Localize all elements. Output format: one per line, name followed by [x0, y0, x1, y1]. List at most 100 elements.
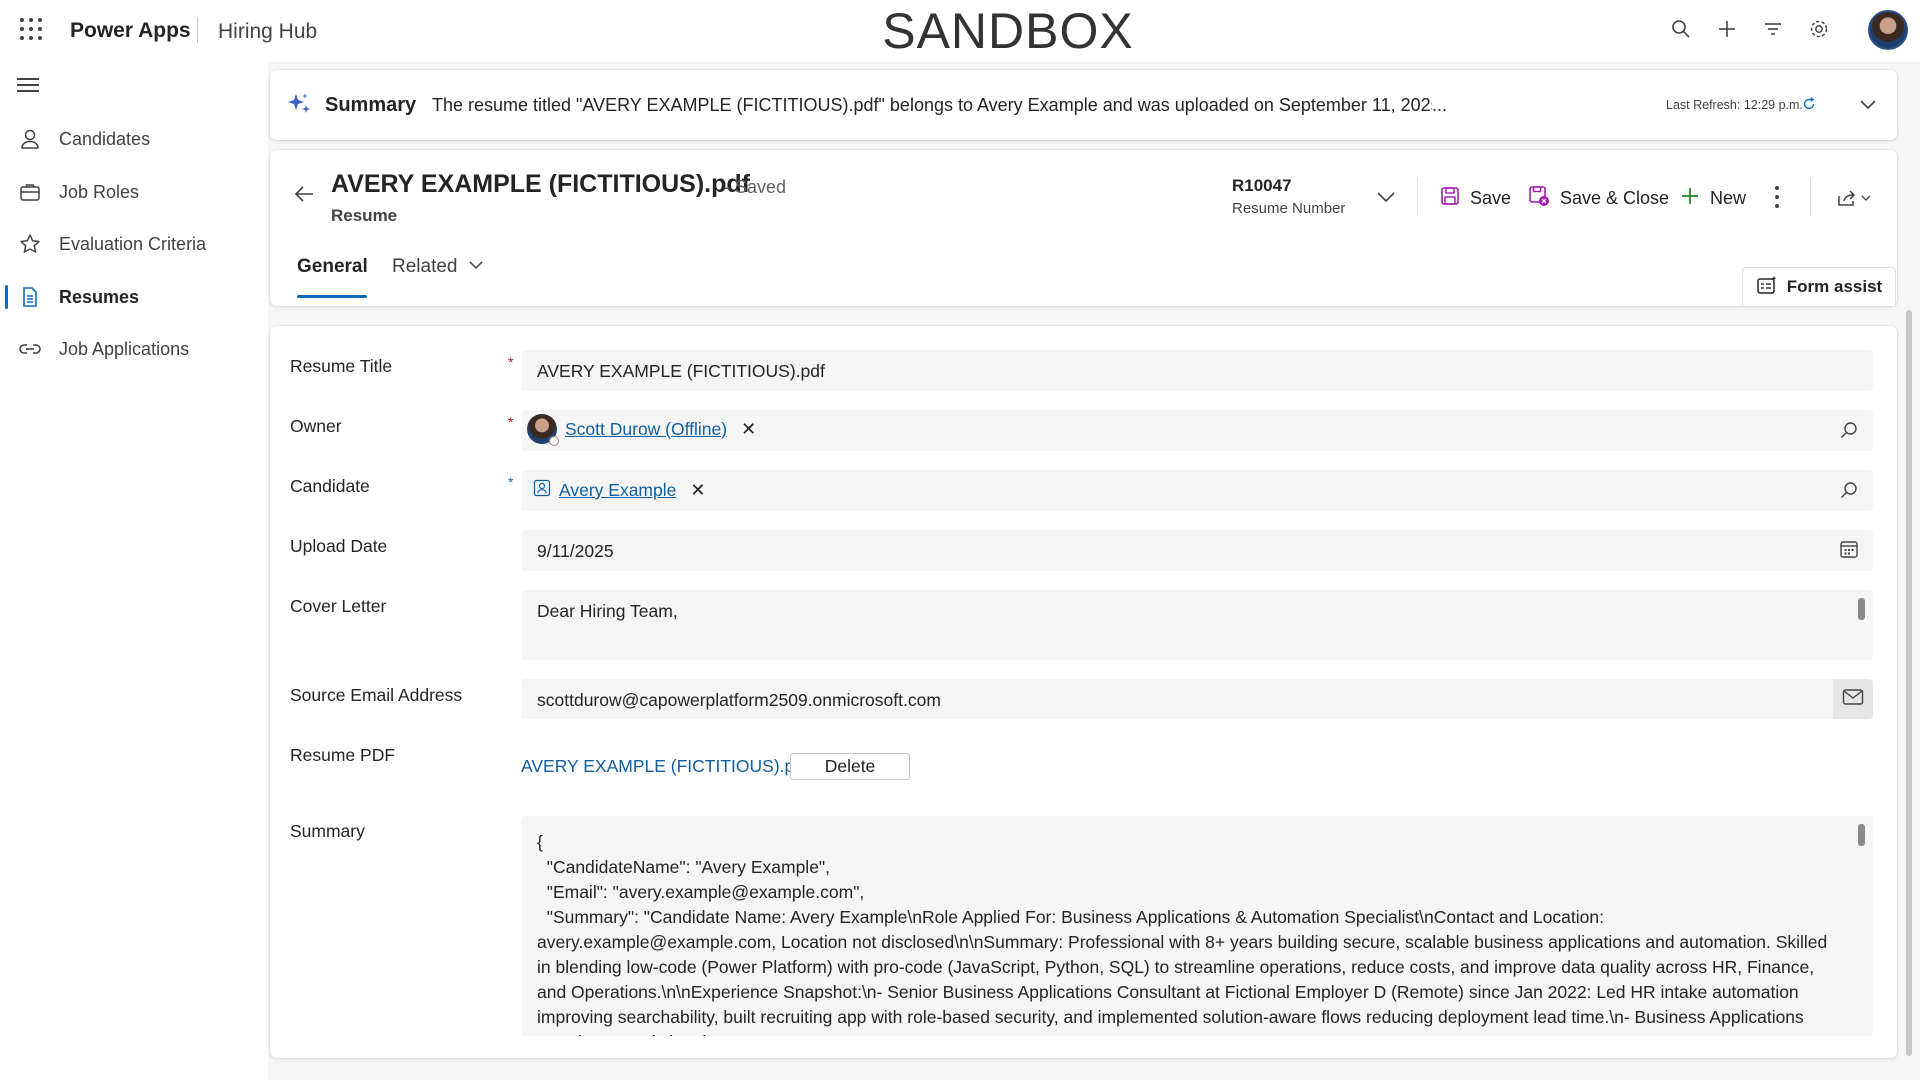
top-bar: Power Apps Hiring Hub SANDBOX: [0, 0, 1920, 62]
sidebar-item-label: Candidates: [59, 128, 151, 149]
candidate-label: Candidate: [290, 476, 370, 496]
header-fields-chevron-icon[interactable]: [1376, 187, 1396, 207]
sparkle-icon: [286, 91, 312, 117]
sidebar-item-candidates[interactable]: Candidates: [0, 115, 268, 163]
summary-ellipsis: ...: [1432, 95, 1448, 115]
sidebar-item-label: Resumes: [59, 286, 140, 307]
owner-link[interactable]: Scott Durow (Offline): [565, 419, 727, 440]
resume-title-value: AVERY EXAMPLE (FICTITIOUS).pdf: [537, 361, 825, 381]
top-icons: [1668, 16, 1832, 42]
owner-label: Owner: [290, 416, 342, 436]
sidebar-item-evaluation-criteria[interactable]: Evaluation Criteria: [0, 220, 268, 268]
save-close-label: Save & Close: [1560, 187, 1670, 208]
source-email-value: scottdurow@capowerplatform2509.onmicroso…: [537, 690, 941, 710]
summary-textarea[interactable]: { "CandidateName": "Avery Example", "Ema…: [521, 816, 1873, 1036]
summary-text[interactable]: The resume titled "AVERY EXAMPLE (FICTIT…: [432, 95, 1432, 116]
briefcase-icon: [18, 180, 42, 204]
save-icon: [1440, 186, 1460, 211]
share-icon[interactable]: [1836, 186, 1876, 210]
hamburger-menu-icon[interactable]: [17, 78, 39, 94]
sidebar-item-job-roles[interactable]: Job Roles: [0, 168, 268, 216]
record-header: AVERY EXAMPLE (FICTITIOUS).pdf - Saved R…: [270, 150, 1897, 306]
link-icon: [18, 337, 42, 361]
command-divider: [1417, 178, 1418, 216]
document-icon: [18, 285, 42, 309]
remove-owner-icon[interactable]: ✕: [741, 419, 756, 440]
mail-icon: [1842, 688, 1864, 711]
search-icon[interactable]: [1839, 420, 1859, 440]
cover-letter-label: Cover Letter: [290, 596, 387, 616]
upload-date-value: 9/11/2025: [537, 541, 614, 561]
resume-title-label: Resume Title: [290, 356, 393, 376]
sidebar-item-label: Job Roles: [59, 181, 140, 202]
sidebar: Candidates Job Roles Evaluation Criteria…: [0, 62, 268, 1080]
tab-related[interactable]: Related: [392, 256, 483, 278]
sidebar-item-label: Evaluation Criteria: [59, 233, 207, 254]
page-scrollbar[interactable]: [1906, 310, 1912, 1056]
sidebar-item-job-applications[interactable]: Job Applications: [0, 325, 268, 373]
user-avatar[interactable]: [1868, 10, 1908, 50]
upload-date-field[interactable]: 9/11/2025: [521, 530, 1873, 571]
summary-title: Summary: [325, 94, 417, 116]
filter-icon[interactable]: [1760, 16, 1786, 42]
chevron-down-icon: [469, 256, 483, 278]
entity-name: Resume: [331, 206, 398, 225]
owner-lookup-field[interactable]: Scott Durow (Offline) ✕: [521, 410, 1873, 451]
app-name[interactable]: Power Apps: [70, 19, 191, 43]
save-close-icon: [1528, 185, 1550, 212]
source-email-label: Source Email Address: [290, 685, 463, 705]
resume-pdf-link[interactable]: AVERY EXAMPLE (FICTITIOUS).pdf: [521, 756, 809, 777]
save-label: Save: [1470, 187, 1512, 208]
resume-number-value: R10047: [1232, 176, 1292, 195]
search-icon[interactable]: [1839, 480, 1859, 500]
add-icon: [1680, 186, 1700, 211]
active-tab-indicator: [297, 295, 367, 298]
remove-candidate-icon[interactable]: ✕: [690, 480, 705, 501]
command-divider: [1810, 178, 1811, 216]
tab-general[interactable]: General: [297, 256, 368, 278]
candidate-link[interactable]: Avery Example: [559, 480, 676, 501]
site-name[interactable]: Hiring Hub: [218, 20, 317, 44]
tab-related-label: Related: [392, 256, 458, 278]
upload-date-label: Upload Date: [290, 536, 388, 556]
source-email-field[interactable]: scottdurow@capowerplatform2509.onmicroso…: [521, 679, 1873, 719]
resume-number-label: Resume Number: [1232, 200, 1346, 217]
recommended-indicator: *: [508, 474, 514, 490]
record-title: AVERY EXAMPLE (FICTITIOUS).pdf: [331, 170, 750, 198]
form-assist-button[interactable]: Form assist: [1742, 267, 1896, 306]
refresh-icon[interactable]: [1802, 97, 1816, 111]
resume-title-field[interactable]: AVERY EXAMPLE (FICTITIOUS).pdf: [521, 350, 1873, 391]
form-assist-icon: [1756, 275, 1778, 300]
new-label: New: [1710, 187, 1747, 208]
summary-scrollbar[interactable]: [1858, 824, 1865, 846]
calendar-icon[interactable]: [1839, 539, 1859, 559]
title-divider: [197, 17, 198, 43]
settings-icon[interactable]: [1806, 16, 1832, 42]
app-launcher-icon[interactable]: [20, 18, 42, 40]
copilot-summary-bar: Summary The resume titled "AVERY EXAMPLE…: [270, 70, 1897, 140]
summary-label: Summary: [290, 821, 365, 841]
resume-pdf-label: Resume PDF: [290, 745, 396, 765]
back-arrow-icon[interactable]: [292, 182, 316, 206]
new-button[interactable]: New: [1680, 184, 1746, 212]
contact-card-icon: [533, 479, 551, 502]
presence-offline-icon: [549, 436, 559, 446]
last-refresh-time: Last Refresh: 12:29 p.m.: [1666, 98, 1803, 112]
save-and-close-button[interactable]: Save & Close: [1528, 184, 1669, 212]
add-icon[interactable]: [1714, 16, 1740, 42]
star-icon: [18, 232, 42, 256]
sidebar-item-resumes[interactable]: Resumes: [0, 273, 268, 321]
search-icon[interactable]: [1668, 16, 1694, 42]
candidate-lookup-field[interactable]: Avery Example ✕: [521, 470, 1873, 511]
candidate-lookup-tag: Avery Example ✕: [533, 479, 705, 502]
more-commands-icon[interactable]: [1772, 186, 1782, 208]
expand-chevron-icon[interactable]: [1858, 94, 1878, 114]
cover-letter-textarea[interactable]: Dear Hiring Team,: [521, 590, 1873, 660]
save-button[interactable]: Save: [1440, 184, 1511, 212]
cover-letter-value: Dear Hiring Team,: [537, 601, 678, 621]
cover-letter-scrollbar[interactable]: [1858, 598, 1865, 620]
send-email-button[interactable]: [1833, 679, 1873, 719]
form-assist-label: Form assist: [1786, 277, 1883, 296]
owner-avatar: [527, 414, 559, 446]
delete-file-button[interactable]: Delete: [790, 753, 910, 780]
